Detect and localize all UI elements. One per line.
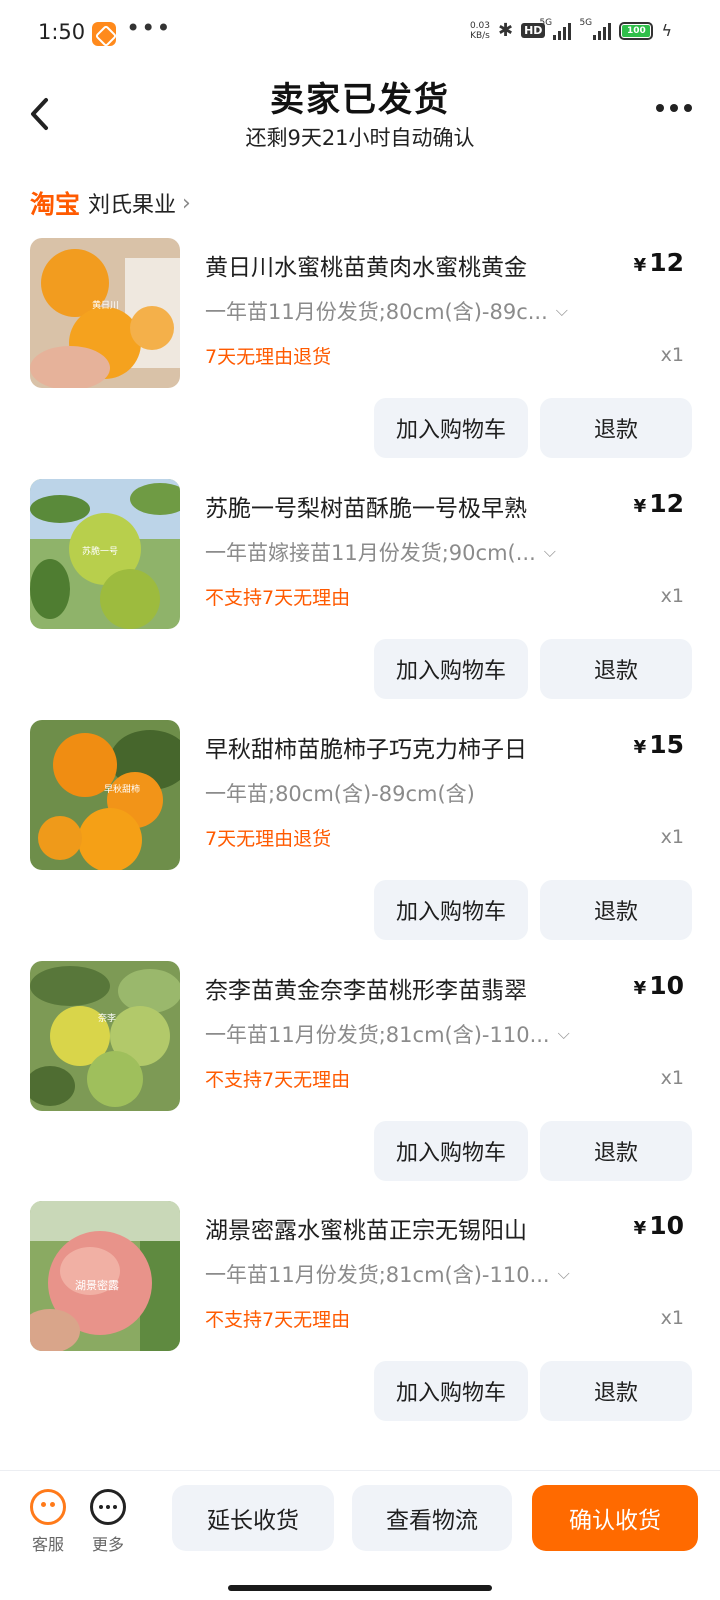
customer-service-icon bbox=[30, 1489, 66, 1525]
chevron-down-icon: ⌵ bbox=[555, 301, 568, 320]
product-title[interactable]: 湖景密露水蜜桃苗正宗无锡阳山 bbox=[205, 1211, 605, 1245]
return-policy: 不支持7天无理由 bbox=[205, 1069, 351, 1091]
chevron-down-icon: ⌵ bbox=[557, 1264, 570, 1283]
product-image[interactable]: 早秋甜柿 bbox=[30, 720, 180, 870]
order-item[interactable]: 湖景密露 湖景密露水蜜桃苗正宗无锡阳山 ¥10 一年苗11月份发货;81cm(含… bbox=[0, 1201, 720, 1446]
battery-icon: 100 bbox=[619, 21, 654, 40]
product-title[interactable]: 奈李苗黄金奈李苗桃形李苗翡翠 bbox=[205, 971, 605, 1005]
auto-confirm-countdown: 还剩9天21小时自动确认 bbox=[245, 126, 475, 150]
bluetooth-icon: ✱ bbox=[498, 20, 514, 41]
thumb-caption: 苏脆一号 bbox=[82, 545, 118, 557]
order-header: 卖家已发货 还剩9天21小时自动确认 bbox=[0, 70, 720, 160]
notification-dots-icon: ••• bbox=[126, 14, 172, 42]
battery-level: 100 bbox=[622, 24, 651, 37]
more-circle-icon bbox=[90, 1489, 126, 1525]
product-spec-selector[interactable]: 一年苗;80cm(含)-89cm(含) bbox=[205, 778, 625, 808]
status-time: 1:50 bbox=[38, 20, 86, 44]
net-speed-unit: KB/s bbox=[470, 30, 490, 41]
extend-receipt-button[interactable]: 延长收货 bbox=[172, 1485, 334, 1551]
product-spec-selector[interactable]: 一年苗11月份发货;81cm(含)-110... ⌵ bbox=[205, 1259, 625, 1289]
chevron-down-icon: ⌵ bbox=[543, 542, 556, 561]
signal-2-label: 5G bbox=[579, 17, 593, 28]
thumb-caption: 奈李 bbox=[98, 1012, 116, 1024]
app-notification-icon bbox=[92, 22, 116, 46]
return-policy: 不支持7天无理由 bbox=[205, 1309, 351, 1331]
product-spec-selector[interactable]: 一年苗嫁接苗11月份发货;90cm(... ⌵ bbox=[205, 537, 625, 567]
status-indicators: 0.03 KB/s ✱ HD 5G 5G 100 ϟ bbox=[470, 18, 672, 42]
product-title[interactable]: 黄日川水蜜桃苗黄肉水蜜桃黄金 bbox=[205, 248, 605, 282]
signal-icon-1: 5G bbox=[539, 18, 572, 40]
taobao-logo: 淘宝 bbox=[30, 190, 81, 219]
thumb-caption: 黄日川 bbox=[92, 299, 119, 311]
refund-button[interactable]: 退款 bbox=[540, 639, 692, 699]
customer-service-button[interactable]: 客服 bbox=[26, 1489, 70, 1555]
order-item[interactable]: 奈李 奈李苗黄金奈李苗桃形李苗翡翠 ¥10 一年苗11月份发货;81cm(含)-… bbox=[0, 961, 720, 1206]
shop-link[interactable]: 淘宝 刘氏果业 › bbox=[30, 186, 191, 220]
return-policy: 7天无理由退货 bbox=[205, 828, 332, 850]
product-title[interactable]: 早秋甜柿苗脆柿子巧克力柿子日 bbox=[205, 730, 605, 764]
order-item[interactable]: 早秋甜柿 早秋甜柿苗脆柿子巧克力柿子日 ¥15 一年苗;80cm(含)-89cm… bbox=[0, 720, 720, 965]
chevron-down-icon: ⌵ bbox=[557, 1024, 570, 1043]
product-price: ¥12 bbox=[633, 489, 684, 518]
home-indicator[interactable] bbox=[228, 1585, 492, 1591]
chevron-right-icon: › bbox=[182, 190, 191, 216]
net-speed-value: 0.03 bbox=[469, 20, 490, 31]
net-speed: 0.03 KB/s bbox=[470, 21, 490, 41]
add-to-cart-button[interactable]: 加入购物车 bbox=[374, 1361, 528, 1421]
product-image[interactable]: 黄日川 bbox=[30, 238, 180, 388]
product-quantity: x1 bbox=[660, 585, 684, 607]
confirm-receipt-button[interactable]: 确认收货 bbox=[532, 1485, 698, 1551]
more-label: 更多 bbox=[91, 1535, 124, 1554]
bottom-action-bar: 客服 更多 延长收货 查看物流 确认收货 bbox=[0, 1470, 720, 1566]
product-quantity: x1 bbox=[660, 826, 684, 848]
refund-button[interactable]: 退款 bbox=[540, 1121, 692, 1181]
product-image[interactable]: 奈李 bbox=[30, 961, 180, 1111]
product-quantity: x1 bbox=[660, 344, 684, 366]
refund-button[interactable]: 退款 bbox=[540, 880, 692, 940]
product-quantity: x1 bbox=[660, 1067, 684, 1089]
product-image[interactable]: 湖景密露 bbox=[30, 1201, 180, 1351]
product-spec-selector[interactable]: 一年苗11月份发货;80cm(含)-89c... ⌵ bbox=[205, 296, 625, 326]
product-price: ¥15 bbox=[633, 730, 684, 759]
refund-button[interactable]: 退款 bbox=[540, 398, 692, 458]
return-policy: 不支持7天无理由 bbox=[205, 587, 351, 609]
refund-button[interactable]: 退款 bbox=[540, 1361, 692, 1421]
add-to-cart-button[interactable]: 加入购物车 bbox=[374, 880, 528, 940]
product-price: ¥12 bbox=[633, 248, 684, 277]
add-to-cart-button[interactable]: 加入购物车 bbox=[374, 639, 528, 699]
view-logistics-button[interactable]: 查看物流 bbox=[352, 1485, 512, 1551]
signal-1-label: 5G bbox=[539, 17, 553, 28]
product-title[interactable]: 苏脆一号梨树苗酥脆一号极早熟 bbox=[205, 489, 605, 523]
shop-name: 刘氏果业 bbox=[88, 193, 177, 218]
product-image[interactable]: 苏脆一号 bbox=[30, 479, 180, 629]
thumb-caption: 湖景密露 bbox=[75, 1278, 119, 1292]
signal-icon-2: 5G bbox=[579, 18, 612, 40]
add-to-cart-button[interactable]: 加入购物车 bbox=[374, 1121, 528, 1181]
return-policy: 7天无理由退货 bbox=[205, 346, 332, 368]
add-to-cart-button[interactable]: 加入购物车 bbox=[374, 398, 528, 458]
product-price: ¥10 bbox=[633, 971, 684, 1000]
more-button[interactable]: 更多 bbox=[86, 1489, 130, 1555]
status-bar: 1:50 ••• 0.03 KB/s ✱ HD 5G 5G 100 ϟ bbox=[0, 0, 720, 70]
product-spec-selector[interactable]: 一年苗11月份发货;81cm(含)-110... ⌵ bbox=[205, 1019, 625, 1049]
more-dots-icon[interactable] bbox=[656, 104, 692, 112]
order-item[interactable]: 黄日川 黄日川水蜜桃苗黄肉水蜜桃黄金 ¥12 一年苗11月份发货;80cm(含)… bbox=[0, 238, 720, 483]
order-item[interactable]: 苏脆一号 苏脆一号梨树苗酥脆一号极早熟 ¥12 一年苗嫁接苗11月份发货;90c… bbox=[0, 479, 720, 724]
page-title: 卖家已发货 bbox=[270, 80, 450, 120]
product-price: ¥10 bbox=[633, 1211, 684, 1240]
charging-icon: ϟ bbox=[661, 21, 672, 40]
thumb-caption: 早秋甜柿 bbox=[104, 783, 140, 795]
customer-service-label: 客服 bbox=[31, 1535, 64, 1554]
product-quantity: x1 bbox=[660, 1307, 684, 1329]
